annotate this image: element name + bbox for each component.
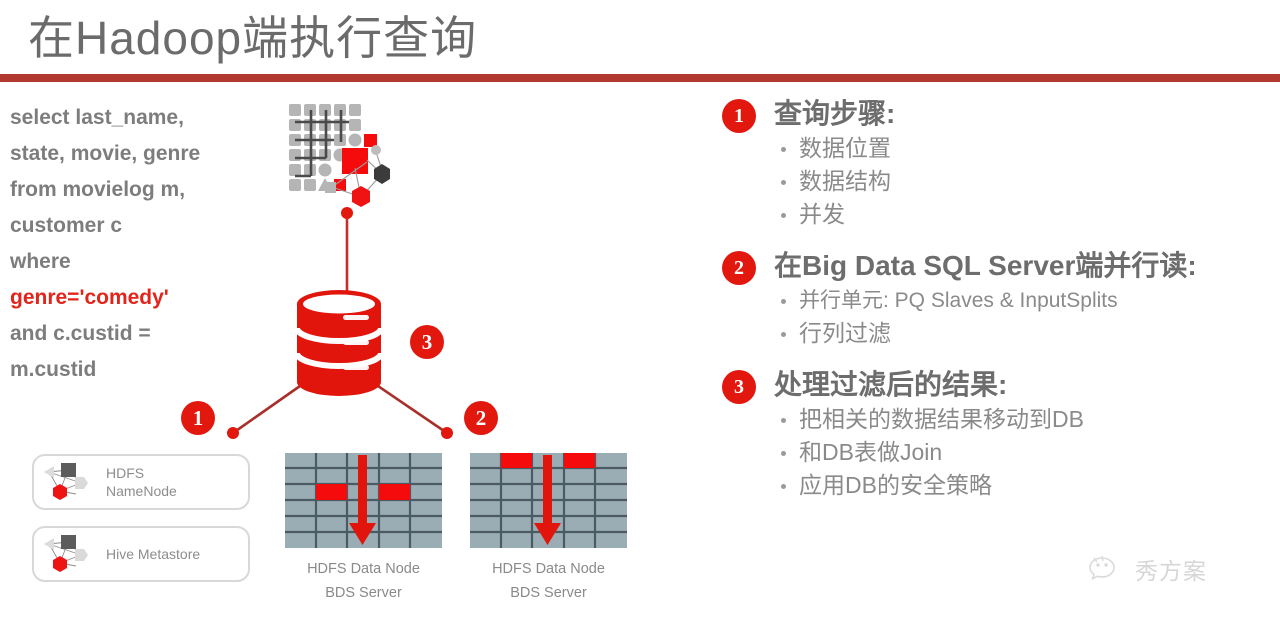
step-section-2: 2 在Big Data SQL Server端并行读: 并行单元: PQ Sla… [712, 248, 1272, 350]
data-node-label: HDFS Data Node BDS Server [285, 557, 442, 605]
step-badge-1: 1 [722, 99, 756, 133]
node-graph-icon [44, 535, 88, 572]
bullet-item: 行列过滤 [777, 317, 1272, 350]
step-bullets-2: 并行单元: PQ Slaves & InputSplits 行列过滤 [774, 284, 1272, 350]
step-section-3: 3 处理过滤后的结果: 把相关的数据结果移动到DB 和DB表做Join 应用DB… [712, 367, 1272, 502]
step-heading-2: 在Big Data SQL Server端并行读: [774, 250, 1197, 281]
bullet-item: 应用DB的安全策略 [777, 469, 1272, 502]
step-badge-2: 2 [722, 251, 756, 285]
step-bullets-1: 数据位置 数据结构 并发 [774, 132, 1272, 231]
title-divider [0, 74, 1280, 82]
bullet-item: 把相关的数据结果移动到DB [777, 403, 1272, 436]
data-node-label-line1: HDFS Data Node [307, 561, 420, 577]
data-node-label-line1: HDFS Data Node [492, 561, 605, 577]
data-node-label-line2: BDS Server [510, 585, 587, 601]
watermark: 秀方案 [1088, 552, 1207, 586]
bullet-item: 和DB表做Join [777, 436, 1272, 469]
meta-box-hive-metastore[interactable]: Hive Metastore [32, 526, 250, 582]
bullet-item: 数据结构 [777, 165, 1272, 198]
architecture-diagram: 1 2 3 HDFS NameNode Hive Metastore HDFS … [0, 88, 700, 625]
data-node-block-2: HDFS Data Node BDS Server [470, 453, 627, 605]
wechat-bubble-icon [1089, 555, 1115, 581]
step-bullets-3: 把相关的数据结果移动到DB 和DB表做Join 应用DB的安全策略 [774, 403, 1272, 502]
node-graph-icon [44, 463, 88, 500]
step-heading-1: 查询步骤: [774, 98, 896, 129]
data-node-label-line2: BDS Server [325, 585, 402, 601]
steps-panel: 1 查询步骤: 数据位置 数据结构 并发 2 在Big Data SQL Ser… [712, 96, 1272, 519]
meta-box-label: Hive Metastore [106, 545, 200, 563]
bullet-item: 并行单元: PQ Slaves & InputSplits [777, 284, 1272, 317]
hadoop-cluster-graph-icon [289, 104, 390, 207]
meta-box-label: HDFS NameNode [106, 464, 177, 500]
data-node-label: HDFS Data Node BDS Server [470, 557, 627, 605]
meta-box-hdfs-namenode[interactable]: HDFS NameNode [32, 454, 250, 510]
meta-box-label-line1: Hive Metastore [106, 546, 201, 562]
step-heading-3: 处理过滤后的结果: [774, 369, 1008, 400]
diagram-badge-2: 2 [464, 401, 498, 435]
bullet-item: 数据位置 [777, 132, 1272, 165]
database-cylinder-icon [294, 290, 384, 396]
bullet-item: 并发 [777, 198, 1272, 231]
watermark-text: 秀方案 [1135, 559, 1207, 585]
diagram-badge-1: 1 [181, 401, 215, 435]
hdfs-block-grid-icon [285, 453, 442, 548]
data-node-block-1: HDFS Data Node BDS Server [285, 453, 442, 605]
meta-box-label-line1: HDFS [106, 465, 145, 481]
step-section-1: 1 查询步骤: 数据位置 数据结构 并发 [712, 96, 1272, 231]
step-badge-3: 3 [722, 370, 756, 404]
page-title: 在Hadoop端执行查询 [28, 12, 478, 64]
hdfs-block-grid-icon [470, 453, 627, 548]
meta-box-label-line2: NameNode [106, 483, 177, 499]
diagram-badge-3: 3 [410, 325, 444, 359]
